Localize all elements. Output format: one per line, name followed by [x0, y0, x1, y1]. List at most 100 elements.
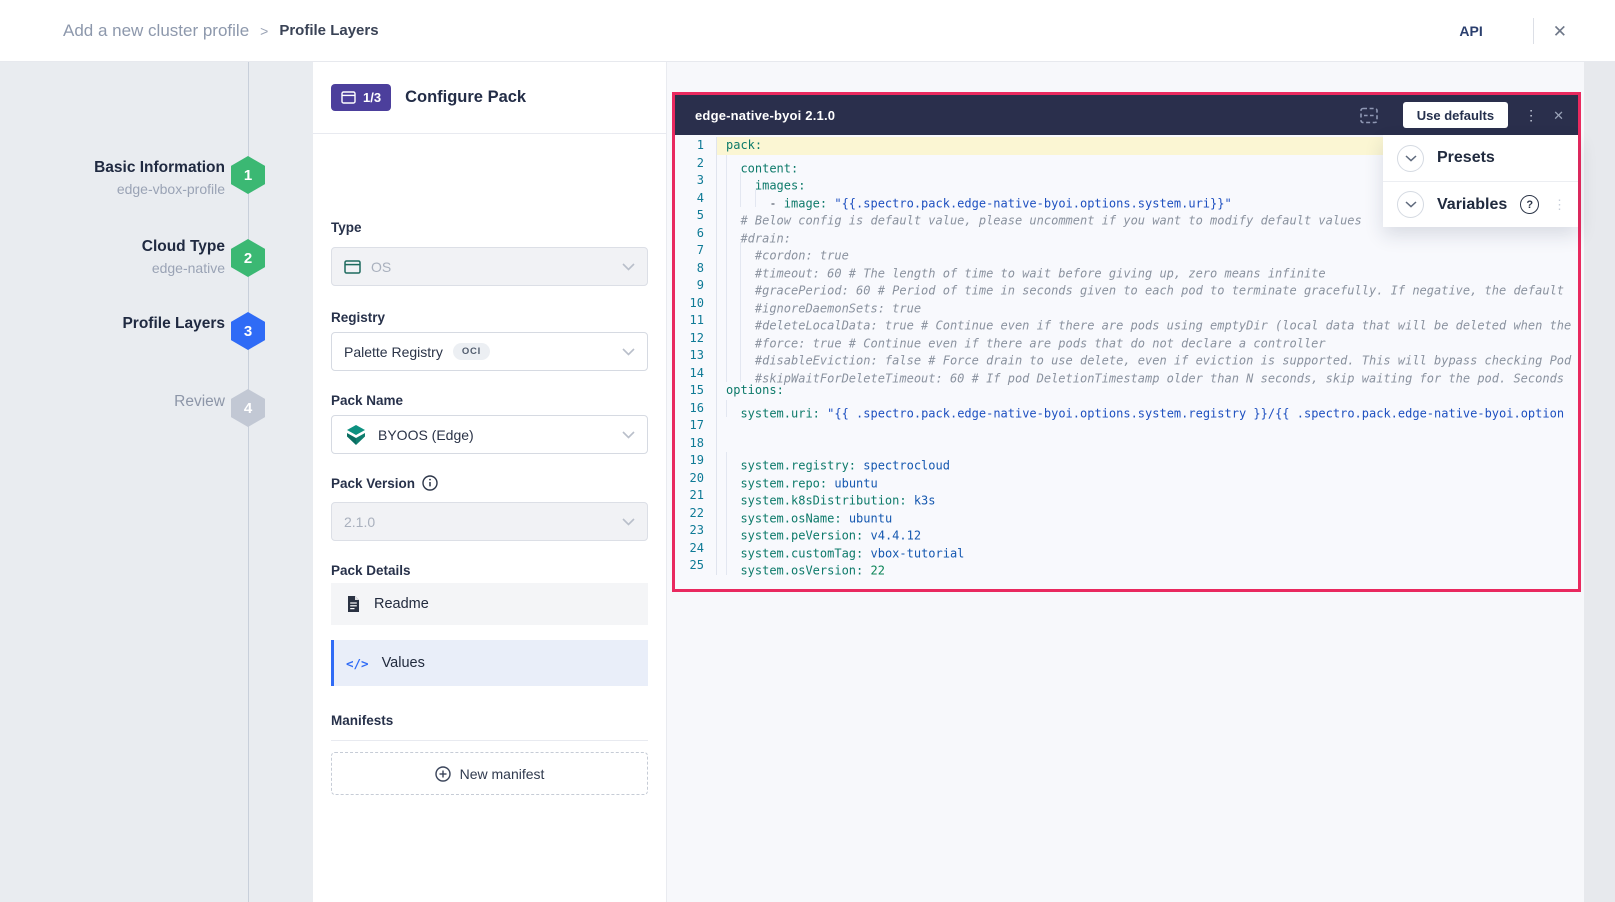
os-window-icon: [344, 260, 361, 274]
indent-guide: [726, 225, 740, 243]
indent-guide: [726, 522, 740, 540]
code-line[interactable]: 23system.peVersion: v4.4.12: [675, 522, 1578, 540]
pack-details-tab-readme[interactable]: Readme: [331, 583, 648, 625]
new-manifest-label: New manifest: [460, 766, 545, 782]
editor-pack-title: edge-native-byoi 2.1.0: [695, 108, 835, 123]
code-line[interactable]: 13#disableEviction: false # Force drain …: [675, 347, 1578, 365]
line-number: 25: [675, 557, 717, 575]
manifests-label: Manifests: [331, 713, 393, 728]
step-label[interactable]: Review: [0, 391, 225, 413]
step-title: Cloud Type: [0, 236, 225, 258]
chevron-down-circle-icon[interactable]: [1397, 191, 1424, 218]
editor-header: edge-native-byoi 2.1.0 Use defaults ⋮ ✕: [675, 95, 1578, 135]
info-icon[interactable]: [422, 475, 438, 491]
code-line-content: system.registry: spectrocloud: [717, 452, 1578, 470]
code-line-content: #ignoreDaemonSets: true: [717, 295, 1578, 313]
line-number: 9: [675, 277, 717, 295]
code-line-content: #cordon: true: [717, 242, 1578, 260]
indent-guide: [726, 242, 740, 260]
pack-version-label-text: Pack Version: [331, 476, 415, 491]
line-number: 7: [675, 242, 717, 260]
indent-guide: [726, 400, 740, 418]
line-number: 6: [675, 225, 717, 243]
code-line[interactable]: 14#skipWaitForDeleteTimeout: 60 # If pod…: [675, 365, 1578, 383]
code-line[interactable]: 12#force: true # Continue even if there …: [675, 330, 1578, 348]
chevron-down-circle-icon[interactable]: [1397, 145, 1424, 172]
code-line[interactable]: 19system.registry: spectrocloud: [675, 452, 1578, 470]
step-label[interactable]: Profile Layers: [0, 313, 225, 335]
line-number: 8: [675, 260, 717, 278]
panel-row-presets[interactable]: Presets: [1383, 135, 1578, 181]
line-number: 14: [675, 365, 717, 383]
step-hexagon-4[interactable]: 4: [231, 389, 265, 427]
api-link[interactable]: API: [1459, 23, 1482, 39]
line-number: 10: [675, 295, 717, 313]
code-line[interactable]: 9#gracePeriod: 60 # Period of time in se…: [675, 277, 1578, 295]
indent-guide: [726, 557, 740, 575]
code-line[interactable]: 8#timeout: 60 # The length of time to wa…: [675, 260, 1578, 278]
pack-name-select[interactable]: BYOOS (Edge): [331, 415, 648, 454]
help-icon[interactable]: ?: [1520, 195, 1539, 214]
panel-row-label: Presets: [1437, 149, 1495, 167]
top-bar: Add a new cluster profile > Profile Laye…: [0, 0, 1615, 62]
step-hexagon-3[interactable]: 3: [231, 312, 265, 350]
code-line-content: #timeout: 60 # The length of time to wai…: [717, 260, 1578, 278]
code-line-content: system.customTag: vbox-tutorial: [717, 540, 1578, 558]
code-line[interactable]: 20system.repo: ubuntu: [675, 470, 1578, 488]
split-view-icon[interactable]: [1359, 107, 1379, 124]
panel-row-label: Variables: [1437, 196, 1507, 214]
close-icon[interactable]: ✕: [1553, 23, 1567, 40]
code-line[interactable]: 6#drain:: [675, 225, 1578, 243]
oci-badge: OCI: [453, 343, 490, 360]
code-line[interactable]: 15options:: [675, 382, 1578, 400]
code-line-content: system.osVersion: 22: [717, 557, 1578, 575]
code-line[interactable]: 24system.customTag: vbox-tutorial: [675, 540, 1578, 558]
code-line[interactable]: 7#cordon: true: [675, 242, 1578, 260]
code-line-content: #disableEviction: false # Force drain to…: [717, 347, 1578, 365]
panel-row-variables[interactable]: Variables? ⋮: [1383, 181, 1578, 227]
code-line[interactable]: 18: [675, 435, 1578, 453]
manifests-divider: [331, 740, 648, 741]
code-line-content: #deleteLocalData: true # Continue even i…: [717, 312, 1578, 330]
type-select: OS: [331, 247, 648, 286]
code-line-content: #force: true # Continue even if there ar…: [717, 330, 1578, 348]
use-defaults-button[interactable]: Use defaults: [1403, 102, 1508, 128]
pack-version-label: Pack Version: [331, 475, 438, 491]
code-line-content: #drain:: [717, 225, 1578, 243]
type-value: OS: [371, 259, 391, 275]
kebab-menu-icon[interactable]: ⋮: [1553, 198, 1566, 211]
chevron-down-icon: [622, 348, 635, 356]
pack-details-tab-values[interactable]: </>Values: [331, 640, 648, 686]
step-hexagon-2[interactable]: 2: [231, 239, 265, 277]
line-number: 20: [675, 470, 717, 488]
indent-guide: [726, 172, 740, 190]
code-line[interactable]: 22system.osName: ubuntu: [675, 505, 1578, 523]
code-line-content: system.k8sDistribution: k3s: [717, 487, 1578, 505]
indent-guide: [740, 277, 754, 295]
indent-guide: [740, 260, 754, 278]
pack-name-label: Pack Name: [331, 393, 403, 408]
code-line[interactable]: 10#ignoreDaemonSets: true: [675, 295, 1578, 313]
code-line[interactable]: 17: [675, 417, 1578, 435]
indent-guide: [726, 190, 740, 208]
pack-version-value: 2.1.0: [344, 514, 375, 530]
page-right-gutter: [1584, 62, 1615, 902]
step-hexagon-1[interactable]: 1: [231, 156, 265, 194]
configure-pack-header: 1/3 Configure Pack: [313, 62, 666, 134]
step-label[interactable]: Basic Informationedge-vbox-profile: [0, 157, 225, 200]
indent-guide: [726, 347, 740, 365]
code-line[interactable]: 21system.k8sDistribution: k3s: [675, 487, 1578, 505]
code-line[interactable]: 11#deleteLocalData: true # Continue even…: [675, 312, 1578, 330]
new-manifest-button[interactable]: New manifest: [331, 752, 648, 795]
editor-kebab-menu-icon[interactable]: ⋮: [1524, 108, 1538, 122]
breadcrumb-parent[interactable]: Add a new cluster profile: [63, 21, 249, 41]
step-label[interactable]: Cloud Typeedge-native: [0, 236, 225, 279]
indent-guide: [726, 207, 740, 225]
registry-select[interactable]: Palette Registry OCI: [331, 332, 648, 371]
line-number: 17: [675, 417, 717, 435]
breadcrumb-current: Profile Layers: [279, 22, 378, 39]
code-line[interactable]: 16system.uri: "{{ .spectro.pack.edge-nat…: [675, 400, 1578, 418]
editor-close-icon[interactable]: ✕: [1553, 109, 1564, 122]
plus-circle-icon: [435, 766, 451, 782]
code-line[interactable]: 25system.osVersion: 22: [675, 557, 1578, 575]
